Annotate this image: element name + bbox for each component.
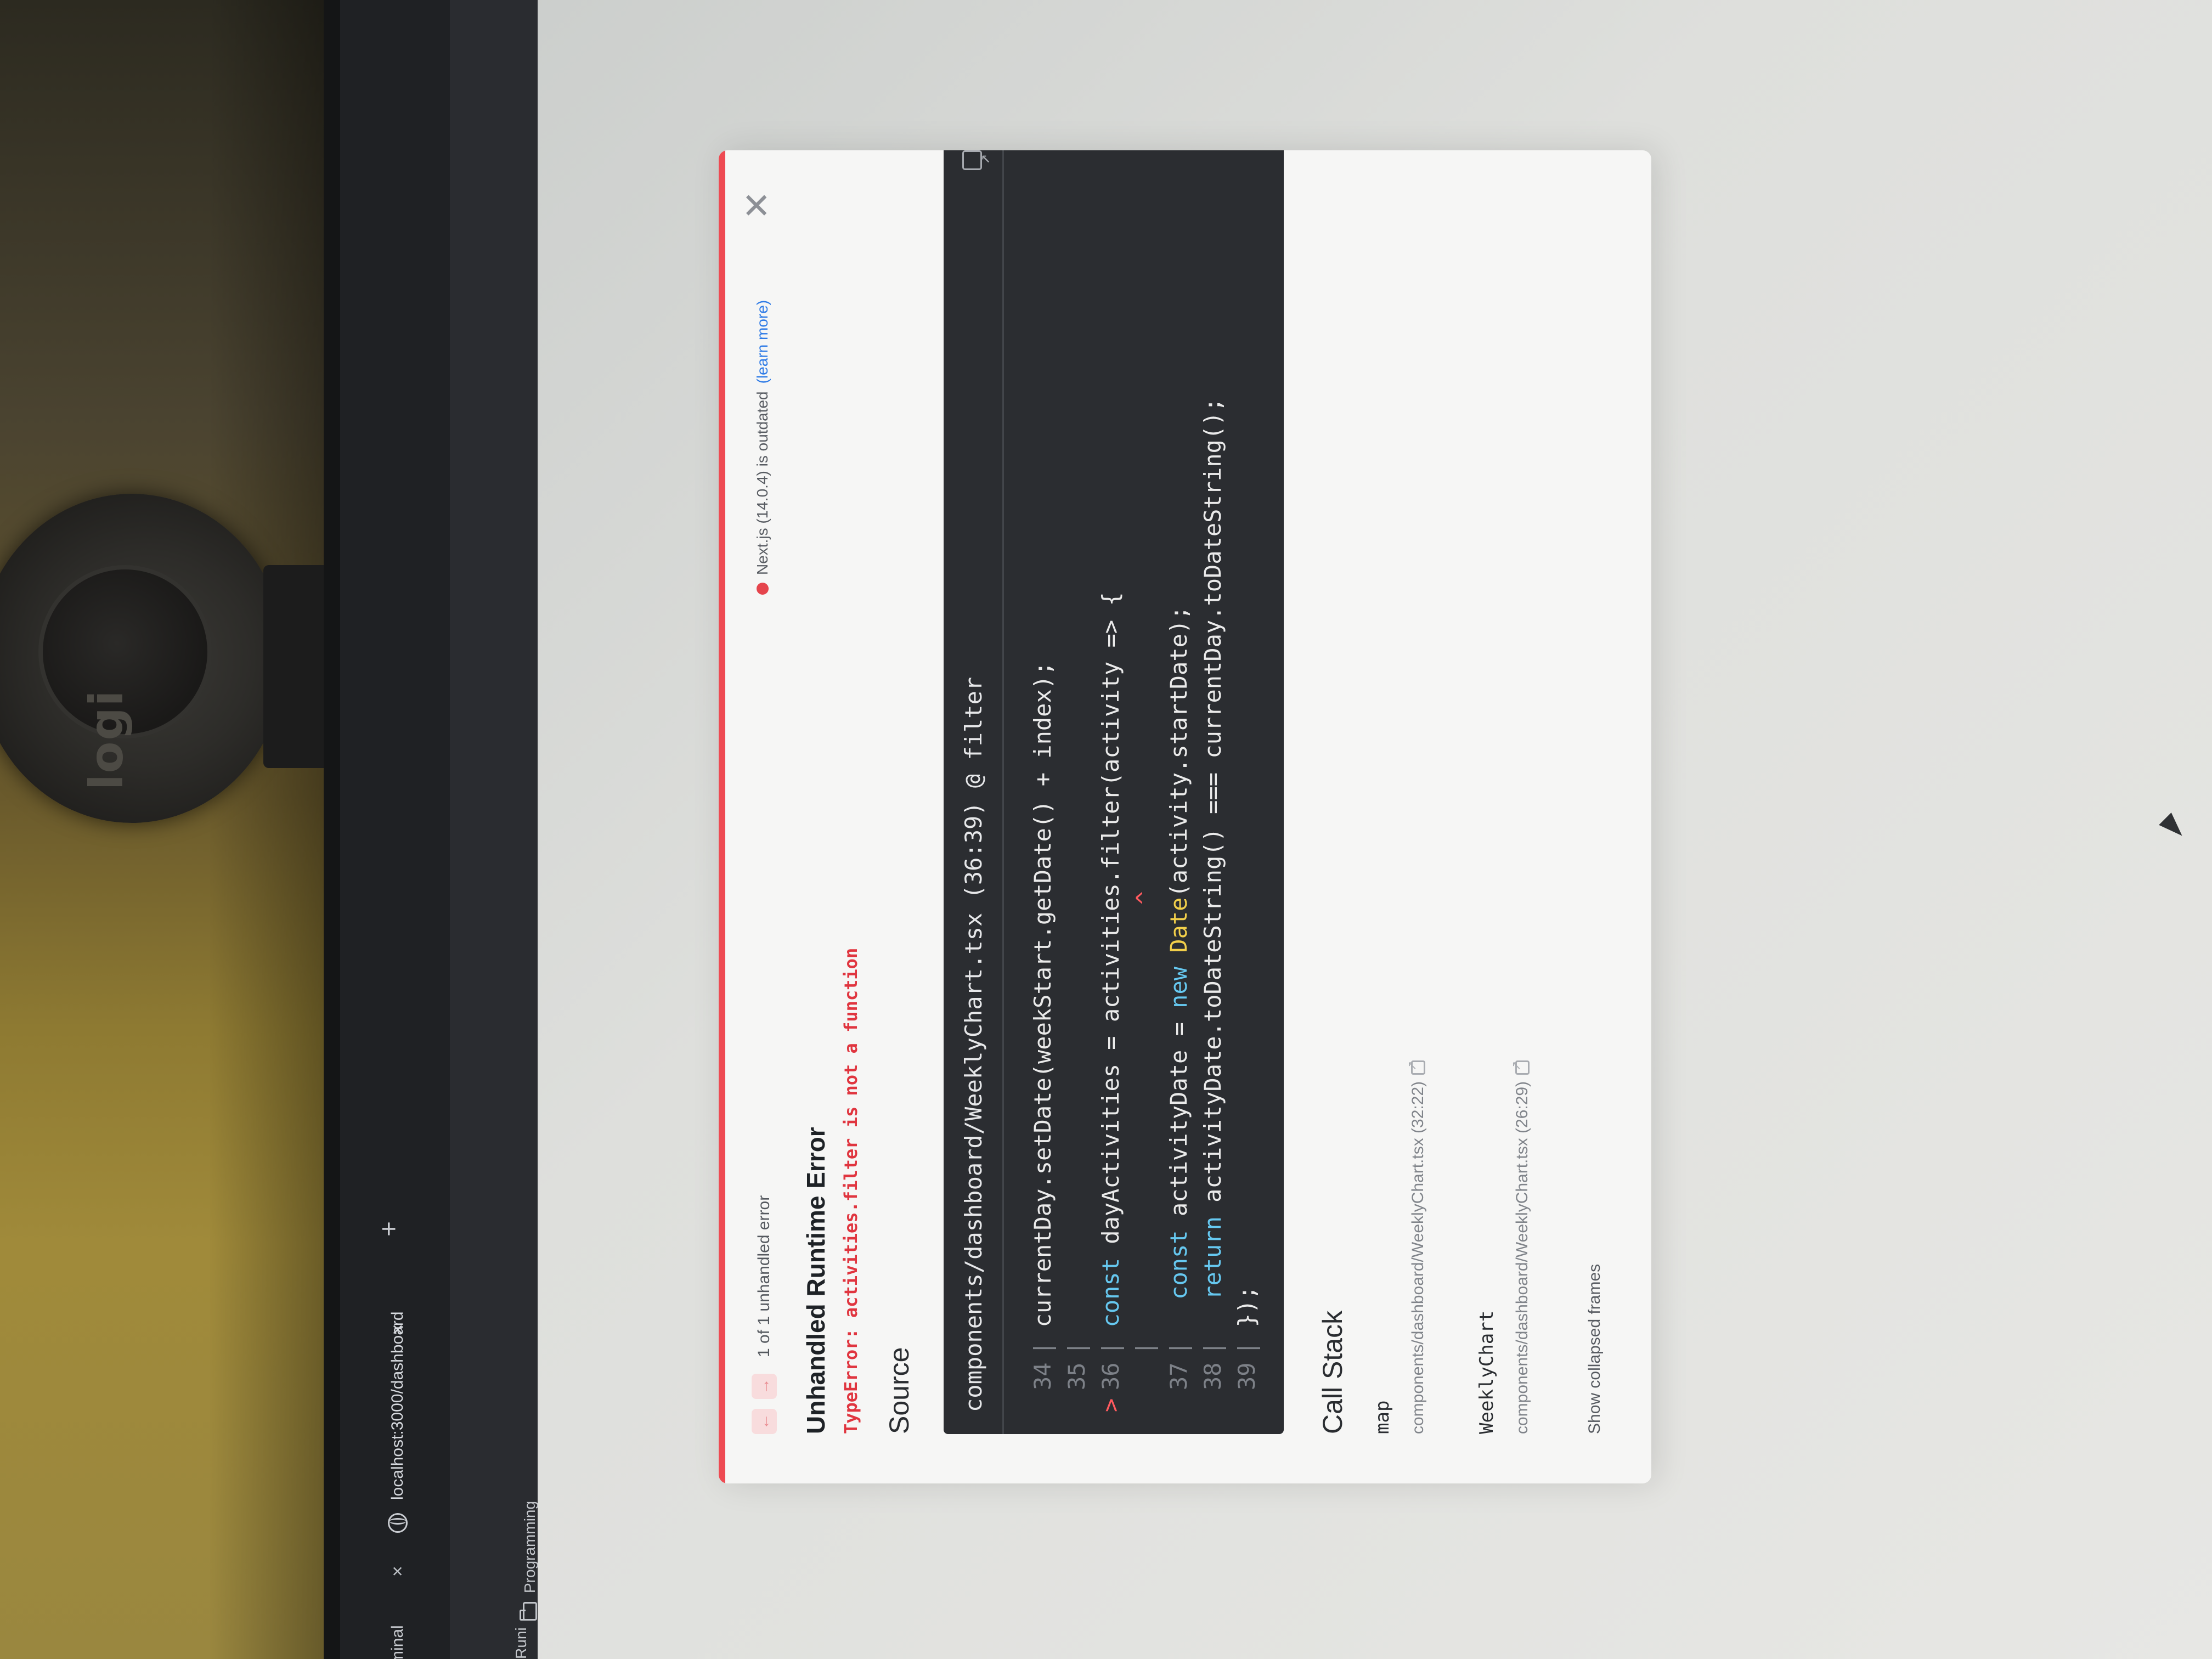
- globe-icon: [388, 1513, 408, 1533]
- open-in-editor-icon[interactable]: [962, 150, 982, 170]
- code-frame-header[interactable]: components/dashboard/WeeklyChart.tsx (36…: [944, 150, 1004, 1434]
- line-separator: |: [1029, 1327, 1056, 1355]
- line-number: 36: [1097, 1362, 1124, 1390]
- frame-file[interactable]: components/dashboard/WeeklyChart.tsx (26…: [1513, 1060, 1532, 1434]
- arrow-right-icon[interactable]: →: [752, 1374, 777, 1399]
- tab-label: localhost:3000/dashboard: [388, 1311, 407, 1500]
- line-separator: |: [1097, 1327, 1124, 1355]
- code-lines: 34| currentDay.setDate(weekStart.getDate…: [1026, 398, 1264, 1412]
- bookmark-label: Runi: [512, 1627, 529, 1659]
- error-count: 1 of 1 unhandled error: [755, 1195, 773, 1357]
- line-separator: |: [1233, 1327, 1260, 1355]
- line-number: 38: [1199, 1362, 1226, 1390]
- line-separator: |: [1199, 1327, 1226, 1355]
- error-message: TypeError: activities.filter is not a fu…: [840, 948, 861, 1434]
- code-frame: components/dashboard/WeeklyChart.tsx (36…: [944, 150, 1284, 1434]
- arrow-left-icon[interactable]: ←: [752, 1409, 777, 1434]
- version-text: Next.js (14.0.4) is outdated: [754, 391, 771, 575]
- learn-more-link[interactable]: (learn more): [754, 300, 771, 383]
- line-separator: |: [1165, 1327, 1192, 1355]
- source-heading: Source: [884, 1347, 915, 1434]
- code-text: });: [1233, 1285, 1260, 1328]
- bookmarks-bar: Runi Programming: [450, 0, 538, 1659]
- line-number: 39: [1233, 1362, 1260, 1390]
- rotated-page: minal × localhost:3000/dashboard × + Run…: [340, 0, 2212, 1659]
- frame-file-path: components/dashboard/WeeklyChart.tsx (26…: [1513, 1081, 1531, 1434]
- show-collapsed-frames-button[interactable]: Show collapsed frames: [1585, 1264, 1604, 1434]
- line-number: 37: [1165, 1362, 1192, 1390]
- bookmark-programming[interactable]: Programming: [521, 1501, 539, 1621]
- call-stack-frame[interactable]: map components/dashboard/WeeklyChart.tsx…: [1372, 1060, 1427, 1434]
- tab-label: minal: [388, 1625, 407, 1659]
- line-number: 35: [1063, 1362, 1090, 1390]
- code-line: 35 |: [1060, 398, 1094, 1412]
- external-link-icon[interactable]: [1411, 1060, 1425, 1075]
- code-line: 38 | return activityDate.toDateString() =…: [1196, 398, 1230, 1412]
- code-text: currentDay.setDate(weekStart.getDate() +…: [1029, 661, 1056, 1328]
- code-text: return activityDate.toDateString() === c…: [1199, 398, 1226, 1300]
- line-number: 34: [1029, 1362, 1056, 1390]
- monitor-screen: minal × localhost:3000/dashboard × + Run…: [340, 0, 2212, 1659]
- version-status: Next.js (14.0.4) is outdated (learn more…: [754, 300, 771, 595]
- error-text: activities.filter is not a function: [840, 947, 861, 1318]
- code-line: | ^: [1128, 398, 1162, 1412]
- code-text: ^: [1131, 891, 1158, 905]
- external-link-icon[interactable]: [1515, 1060, 1530, 1075]
- code-file-location: components/dashboard/WeeklyChart.tsx (36…: [960, 676, 987, 1412]
- browser-tab-bar: minal × localhost:3000/dashboard × +: [340, 0, 450, 1659]
- frame-file[interactable]: components/dashboard/WeeklyChart.tsx (32…: [1409, 1060, 1427, 1434]
- code-text: const dayActivities = activities.filter(…: [1097, 592, 1124, 1328]
- folder-icon: [523, 1602, 537, 1621]
- error-overlay-dialog: ← → 1 of 1 unhandled error Next.js (14.0…: [719, 150, 1651, 1483]
- code-line: 37 | const activityDate = new Date(activi…: [1162, 398, 1196, 1412]
- line-separator: |: [1063, 1327, 1090, 1355]
- code-line: >36 | const dayActivities = activities.fi…: [1094, 398, 1128, 1412]
- close-icon[interactable]: ✕: [737, 189, 777, 222]
- tab-close-icon[interactable]: ×: [387, 1566, 409, 1577]
- status-dot-icon: [757, 583, 769, 595]
- line-separator: |: [1131, 1327, 1158, 1355]
- error-title: Unhandled Runtime Error: [802, 1127, 830, 1434]
- error-navigation: ← →: [752, 1374, 777, 1434]
- bookmark-label: Programming: [521, 1500, 538, 1593]
- wall-shadow: [208, 0, 329, 1659]
- tab-dashboard[interactable]: localhost:3000/dashboard ×: [368, 1259, 428, 1533]
- code-text: const activityDate = new Date(activity.s…: [1165, 606, 1192, 1300]
- tab-close-icon[interactable]: ×: [386, 1324, 409, 1335]
- frame-file-path: components/dashboard/WeeklyChart.tsx (32…: [1409, 1081, 1427, 1434]
- monitor-bezel: [324, 0, 340, 1659]
- dialog-accent-bar: [719, 150, 725, 1483]
- call-stack-frame[interactable]: WeeklyChart components/dashboard/WeeklyC…: [1476, 1060, 1532, 1434]
- webcam-logo: logi: [80, 689, 133, 790]
- mouse-pointer-icon: [2159, 812, 2188, 842]
- frame-function: map: [1372, 1400, 1393, 1434]
- error-line-marker: >: [1097, 1398, 1124, 1412]
- call-stack-heading: Call Stack: [1317, 1310, 1348, 1434]
- frame-function: WeeklyChart: [1476, 1310, 1498, 1434]
- code-line: 34 | currentDay.setDate(weekStart.getDate…: [1026, 398, 1060, 1412]
- code-line: 39 | });: [1230, 398, 1264, 1412]
- new-tab-button[interactable]: +: [373, 1221, 406, 1237]
- error-type: TypeError:: [840, 1328, 861, 1434]
